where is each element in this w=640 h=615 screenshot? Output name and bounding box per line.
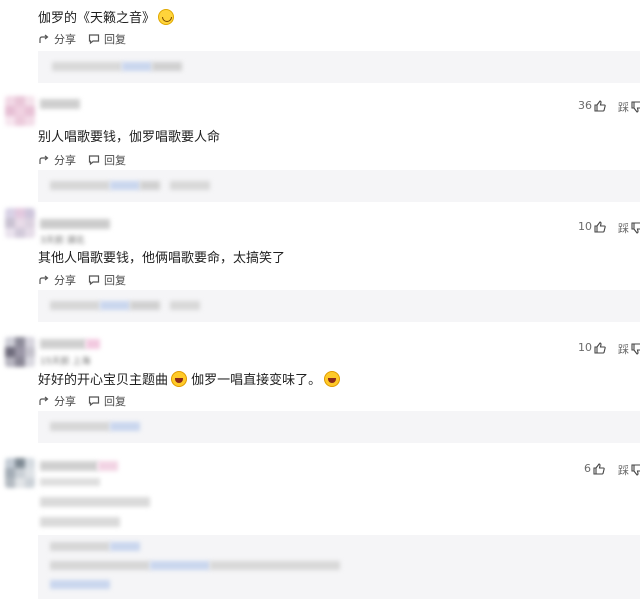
like-button[interactable]: 10: [578, 220, 606, 233]
comment-icon: [88, 275, 100, 286]
share-button[interactable]: 分享: [38, 393, 76, 409]
dislike-button[interactable]: 踩: [618, 99, 640, 115]
thumbs-down-icon: [631, 222, 640, 234]
like-button[interactable]: 10: [578, 341, 606, 354]
dislike-button[interactable]: 踩: [618, 341, 640, 357]
dislike-button[interactable]: 踩: [618, 220, 640, 236]
user-badge: [98, 461, 118, 471]
reply-preview[interactable]: [38, 51, 640, 83]
username[interactable]: [40, 99, 80, 109]
thumbs-down-icon: [631, 101, 640, 113]
thumbs-up-icon: [594, 99, 606, 112]
user-badge: [86, 339, 100, 349]
comment-icon: [88, 34, 100, 45]
comment-icon: [88, 155, 100, 166]
thumbs-down-icon: [631, 464, 640, 476]
username[interactable]: [40, 339, 86, 349]
avatar[interactable]: [5, 208, 35, 238]
dislike-button[interactable]: 踩: [618, 462, 640, 478]
share-button[interactable]: 分享: [38, 31, 76, 47]
share-icon: [39, 155, 49, 164]
thumbs-up-icon: [594, 220, 606, 233]
reply-button[interactable]: 回复: [88, 393, 126, 409]
reply-preview[interactable]: [38, 411, 640, 443]
thumbs-up-icon: [594, 341, 606, 354]
thumbs-up-icon: [593, 462, 605, 475]
comment-meta: 15天前 上海: [40, 357, 91, 367]
comment-text: [40, 517, 120, 527]
reply-button[interactable]: 回复: [88, 152, 126, 168]
comment-icon: [88, 396, 100, 407]
smile-emoji-icon: [158, 9, 175, 25]
reply-button[interactable]: 回复: [88, 272, 126, 288]
thumbs-down-icon: [631, 343, 640, 355]
laughing-emoji-icon: [171, 371, 188, 387]
comment-text: 伽罗的《天籁之音》: [38, 9, 175, 28]
avatar[interactable]: [5, 337, 35, 367]
username[interactable]: [40, 219, 110, 229]
avatar[interactable]: [5, 458, 35, 488]
share-icon: [39, 275, 49, 284]
share-icon: [39, 396, 49, 405]
comment-text: 好好的开心宝贝主题曲 伽罗一唱直接变味了。: [38, 371, 341, 390]
comment-text: [40, 497, 150, 507]
reply-preview[interactable]: [38, 170, 640, 202]
share-button[interactable]: 分享: [38, 272, 76, 288]
comment-meta: 3天前 湖北: [40, 236, 85, 246]
comment-meta: [40, 478, 100, 486]
comment-text: 别人唱歌要钱，伽罗唱歌要人命: [38, 130, 221, 145]
comment-text: 其他人唱歌要钱，他俩唱歌要命，太搞笑了: [38, 251, 286, 266]
laughing-emoji-icon: [324, 371, 341, 387]
reply-preview[interactable]: [38, 535, 640, 599]
like-button[interactable]: 36: [578, 99, 606, 112]
share-button[interactable]: 分享: [38, 152, 76, 168]
reply-preview[interactable]: [38, 290, 640, 322]
username[interactable]: [40, 461, 98, 471]
like-button[interactable]: 6: [584, 462, 605, 475]
share-icon: [39, 34, 49, 43]
avatar[interactable]: [5, 96, 35, 126]
reply-button[interactable]: 回复: [88, 31, 126, 47]
